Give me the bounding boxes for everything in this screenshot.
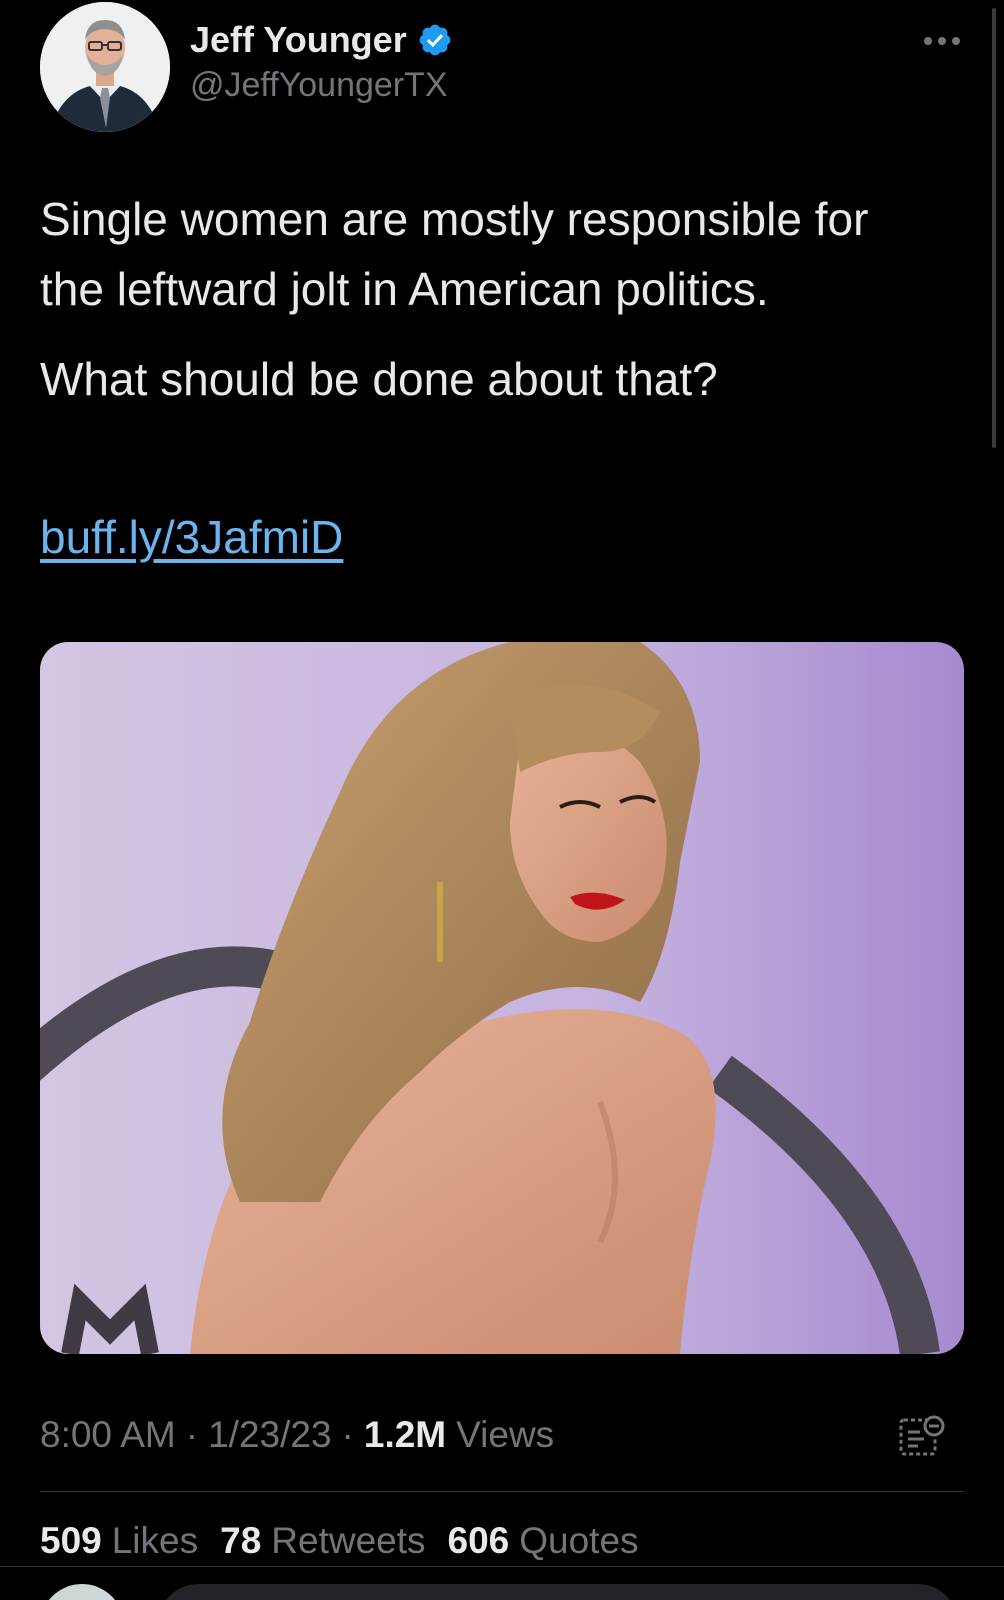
display-name-row: Jeff Younger: [190, 16, 453, 64]
divider: [0, 1566, 1004, 1567]
avatar-photo-icon: [40, 2, 170, 132]
tweet-text: Single women are mostly responsible for …: [40, 184, 940, 414]
more-options-icon[interactable]: [920, 26, 964, 56]
retweets-stat[interactable]: 78 Retweets: [220, 1520, 425, 1562]
divider: [40, 1491, 964, 1492]
retweets-label: Retweets: [271, 1520, 426, 1561]
meta-separator: ·: [185, 1414, 199, 1455]
tweet-paragraph: What should be done about that?: [40, 353, 718, 405]
author-handle[interactable]: @JeffYoungerTX: [190, 66, 453, 105]
tweet-time[interactable]: 8:00 AM: [40, 1414, 176, 1456]
views-count: 1.2M: [363, 1414, 447, 1455]
verified-badge-icon: [417, 22, 453, 58]
reply-input[interactable]: [158, 1584, 958, 1600]
views-label: Views: [456, 1414, 555, 1455]
engagement-stats: 509 Likes 78 Retweets 606 Quotes: [40, 1520, 639, 1562]
likes-stat[interactable]: 509 Likes: [40, 1520, 198, 1562]
reply-user-avatar[interactable]: [40, 1584, 124, 1600]
tweet-media-image[interactable]: [40, 642, 964, 1354]
author-avatar[interactable]: [40, 2, 170, 132]
photo-woman-icon: [40, 642, 964, 1354]
tweet-date[interactable]: 1/23/23: [208, 1414, 331, 1456]
quotes-label: Quotes: [519, 1520, 639, 1561]
author-display-name[interactable]: Jeff Younger: [190, 19, 407, 61]
quotes-stat[interactable]: 606 Quotes: [448, 1520, 639, 1562]
likes-count: 509: [40, 1520, 102, 1561]
tweet-paragraph: Single women are mostly responsible for …: [40, 193, 869, 315]
retweets-count: 78: [220, 1520, 262, 1561]
likes-label: Likes: [111, 1520, 199, 1561]
scrollbar[interactable]: [992, 8, 996, 448]
tweet-meta: 8:00 AM · 1/23/23 · 1.2M Views: [40, 1414, 554, 1456]
author-name-block: Jeff Younger @JeffYoungerTX: [190, 16, 453, 105]
tweet-screen: Jeff Younger @JeffYoungerTX Single women…: [0, 0, 1004, 1600]
tweet-header: Jeff Younger @JeffYoungerTX: [40, 0, 964, 132]
meta-separator: ·: [341, 1414, 354, 1455]
quotes-count: 606: [447, 1520, 510, 1561]
analytics-icon[interactable]: [898, 1412, 948, 1462]
tweet-link[interactable]: buff.ly/3JafmiD: [40, 510, 343, 564]
